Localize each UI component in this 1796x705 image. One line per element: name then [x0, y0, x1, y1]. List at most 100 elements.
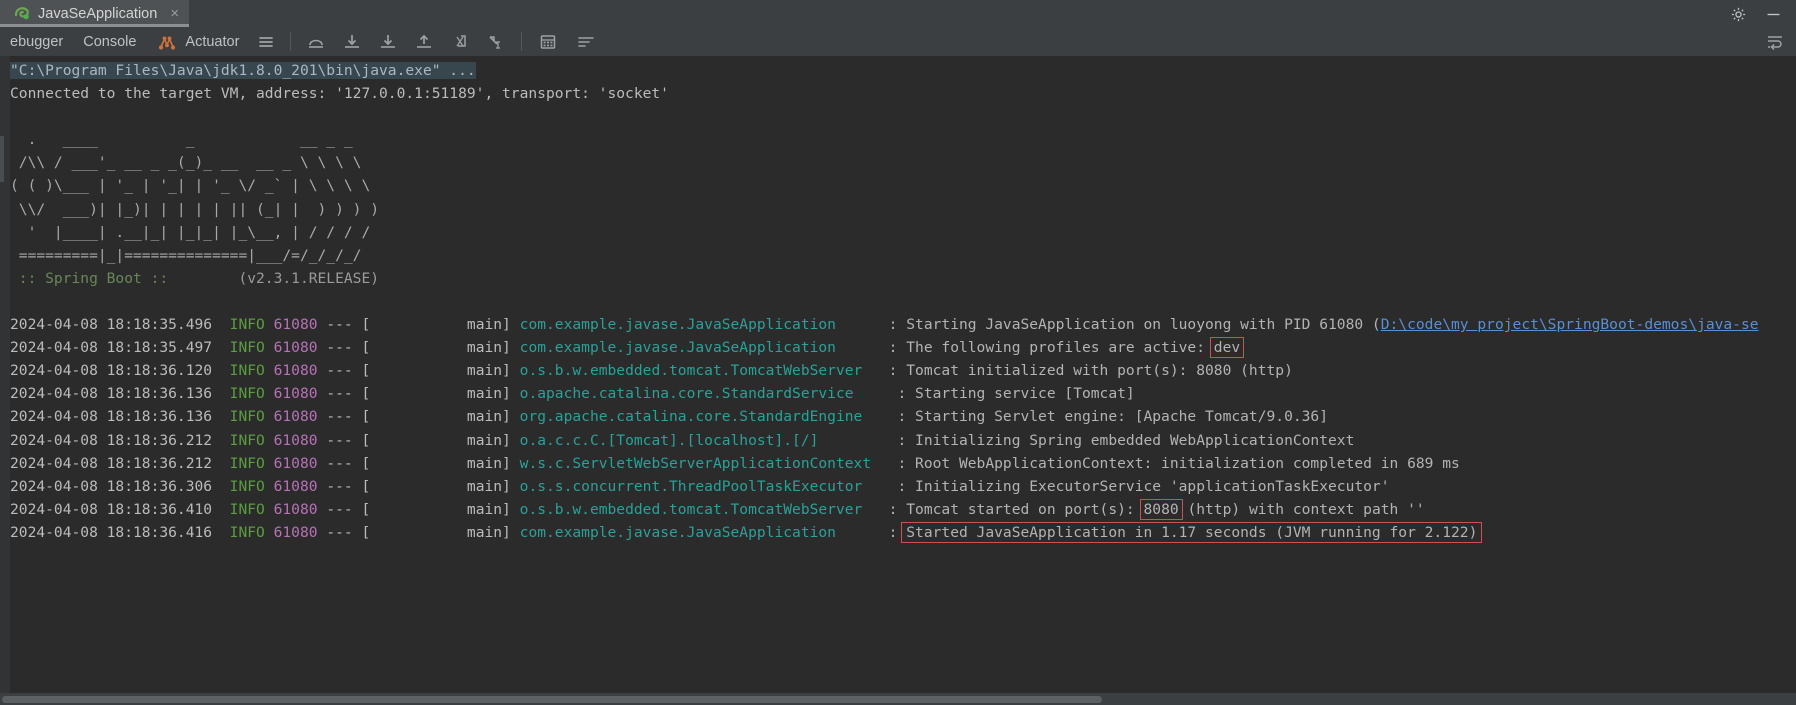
spring-app-icon: [14, 6, 31, 21]
log-logger: org.apache.catalina.core.StandardEngine: [519, 408, 863, 426]
log-row: 2024-04-08 18:18:36.416 INFO 61080 --- […: [10, 521, 1796, 544]
log-logger: o.s.s.concurrent.ThreadPoolTaskExecutor: [519, 477, 863, 495]
run-to-cursor-icon[interactable]: [478, 31, 514, 53]
toolbar-divider-2: [521, 32, 523, 51]
log-highlight-box: 8080: [1139, 498, 1183, 520]
step-out-icon[interactable]: [406, 31, 442, 53]
log-message: Starting JavaSeApplication on luoyong wi…: [906, 316, 1381, 334]
vertical-scrollbar[interactable]: [1784, 112, 1796, 693]
log-thread: main]: [370, 454, 511, 472]
log-row: 2024-04-08 18:18:36.136 INFO 61080 --- […: [10, 405, 1796, 428]
log-logger: o.a.c.c.C.[Tomcat].[localhost].[/]: [519, 431, 819, 449]
tab-actuator-label: Actuator: [185, 33, 240, 50]
log-message: Tomcat initialized with port(s): 8080 (h…: [906, 362, 1293, 380]
log-colon: :: [853, 385, 916, 403]
log-thread: main]: [370, 500, 511, 518]
log-logger: w.s.c.ServletWebServerApplicationContext: [519, 454, 872, 472]
log-pid: 61080: [273, 316, 318, 334]
spring-banner-line: ( ( )\___ | '_ | '_| | '_ \/ _` | \ \ \ …: [10, 174, 1796, 197]
step-over-icon[interactable]: [298, 31, 334, 53]
spring-boot-version: (v2.3.1.RELEASE): [168, 269, 380, 287]
spring-banner-art-2: ( ( )\___ | '_ | '_| | '_ \/ _` | \ \ \ …: [10, 177, 371, 195]
log-thread: main]: [370, 431, 511, 449]
log-pid: 61080: [273, 431, 318, 449]
log-level: INFO: [229, 500, 265, 518]
log-timestamp: 2024-04-08 18:18:36.136: [10, 385, 230, 403]
log-file-link[interactable]: D:\code\my project\SpringBoot-demos\java…: [1381, 316, 1759, 333]
spring-boot-label: :: Spring Boot ::: [10, 269, 169, 287]
log-thread: main]: [370, 408, 511, 426]
log-row: 2024-04-08 18:18:36.306 INFO 61080 --- […: [10, 475, 1796, 498]
log-colon: :: [862, 477, 916, 495]
log-colon: :: [835, 523, 907, 541]
spring-banner-line: =========|_|==============|___/=/_/_/_/: [10, 244, 1796, 267]
log-level: INFO: [229, 431, 265, 449]
log-timestamp: 2024-04-08 18:18:36.120: [10, 362, 230, 380]
log-colon: :: [862, 362, 907, 380]
log-level: INFO: [229, 454, 265, 472]
minimize-icon[interactable]: [1765, 6, 1782, 23]
soft-wrap-icon[interactable]: [1758, 31, 1792, 53]
close-icon[interactable]: ×: [170, 6, 179, 21]
settings-filter-icon[interactable]: [567, 31, 605, 53]
console-log: "C:\Program Files\Java\jdk1.8.0_201\bin\…: [10, 59, 1796, 544]
log-separator: --- [: [317, 408, 371, 426]
log-pid: 61080: [273, 362, 318, 380]
horizontal-scrollbar[interactable]: [0, 693, 1796, 705]
step-into-icon[interactable]: [334, 31, 370, 53]
run-toolbar: ebugger Console Actuator: [0, 27, 1796, 56]
console-gutter-marker: [0, 136, 4, 182]
log-thread: main]: [370, 385, 511, 403]
tab-console[interactable]: Console: [73, 34, 146, 50]
log-row: 2024-04-08 18:18:35.497 INFO 61080 --- […: [10, 336, 1796, 359]
spring-banner-art-3: \\/ ___)| |_)| | | | | || (_| | ) ) ) ): [10, 200, 380, 218]
log-logger: com.example.javase.JavaSeApplication: [519, 339, 836, 357]
log-separator: --- [: [317, 477, 371, 495]
log-logger: com.example.javase.JavaSeApplication: [519, 523, 836, 541]
tab-actuator[interactable]: Actuator: [146, 31, 249, 53]
log-row: 2024-04-08 18:18:36.212 INFO 61080 --- […: [10, 429, 1796, 452]
vm-connected-text: Connected to the target VM, address: '12…: [10, 85, 669, 103]
evaluate-expression-icon[interactable]: [529, 31, 567, 53]
log-separator: --- [: [317, 523, 371, 541]
console-output-panel[interactable]: "C:\Program Files\Java\jdk1.8.0_201\bin\…: [0, 56, 1796, 693]
log-pid: 61080: [273, 385, 318, 403]
log-message: Initializing Spring embedded WebApplicat…: [915, 431, 1355, 449]
log-highlight-box: Started JavaSeApplication in 1.17 second…: [901, 521, 1483, 543]
log-level: INFO: [229, 385, 265, 403]
log-level: INFO: [229, 339, 265, 357]
log-separator: --- [: [317, 500, 371, 518]
log-level: INFO: [229, 408, 265, 426]
toolbar-divider: [290, 32, 292, 51]
log-pid: 61080: [273, 500, 318, 518]
log-pid: 61080: [273, 408, 318, 426]
ide-run-window: JavaSeApplication × ebugger Console Actu…: [0, 0, 1796, 705]
actuator-icon: [156, 31, 178, 53]
log-separator: --- [: [317, 339, 371, 357]
log-message: Tomcat started on port(s):: [906, 500, 1144, 518]
force-step-into-icon[interactable]: [370, 31, 406, 53]
drop-frame-icon[interactable]: [442, 31, 478, 53]
log-timestamp: 2024-04-08 18:18:36.416: [10, 523, 230, 541]
log-thread: main]: [370, 523, 511, 541]
spring-banner-line: /\\ / ___'_ __ _ _(_)_ __ __ _ \ \ \ \: [10, 151, 1796, 174]
log-timestamp: 2024-04-08 18:18:35.497: [10, 339, 230, 357]
horizontal-scrollbar-thumb[interactable]: [2, 696, 1102, 703]
log-message-tail: (http) with context path '': [1178, 500, 1425, 518]
log-colon: :: [835, 316, 907, 334]
log-timestamp: 2024-04-08 18:18:36.212: [10, 454, 230, 472]
log-colon: :: [862, 500, 907, 518]
toolbar-right-group: [1758, 31, 1796, 53]
log-timestamp: 2024-04-08 18:18:36.136: [10, 408, 230, 426]
log-message: The following profiles are active:: [906, 339, 1214, 357]
log-logger: o.s.b.w.embedded.tomcat.TomcatWebServer: [519, 500, 863, 518]
layout-lines-icon[interactable]: [249, 31, 283, 53]
log-separator: --- [: [317, 431, 371, 449]
tab-debugger[interactable]: ebugger: [0, 34, 73, 50]
log-logger: o.s.b.w.embedded.tomcat.TomcatWebServer: [519, 362, 863, 380]
gear-icon[interactable]: [1730, 6, 1747, 23]
log-row: 2024-04-08 18:18:36.410 INFO 61080 --- […: [10, 498, 1796, 521]
run-config-tab[interactable]: JavaSeApplication ×: [0, 0, 190, 27]
log-logger: com.example.javase.JavaSeApplication: [519, 316, 836, 334]
